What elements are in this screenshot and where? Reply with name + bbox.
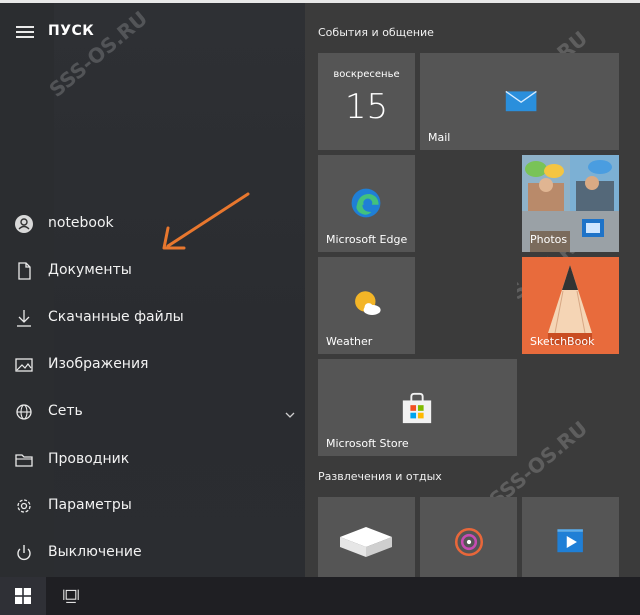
task-view-icon xyxy=(63,589,79,603)
user-avatar-icon xyxy=(14,214,34,234)
nav-item-downloads[interactable]: Скачанные файлы xyxy=(0,298,305,338)
gear-icon xyxy=(17,499,31,513)
nav-item-label: Параметры xyxy=(48,497,132,513)
tile-store[interactable]: Microsoft Store xyxy=(318,359,517,456)
taskbar xyxy=(0,577,640,615)
tile-solitaire[interactable] xyxy=(318,497,415,577)
power-icon xyxy=(17,545,31,561)
tile-label: SketchBook xyxy=(530,335,595,348)
tile-edge[interactable]: Microsoft Edge xyxy=(318,155,415,252)
device-box-icon xyxy=(340,527,392,557)
store-bag-icon xyxy=(402,392,432,424)
edge-logo-icon xyxy=(351,188,381,218)
download-icon xyxy=(17,310,31,327)
chevron-down-icon[interactable] xyxy=(284,410,296,420)
tile-label: Microsoft Edge xyxy=(326,233,408,246)
tile-mail[interactable]: Mail xyxy=(420,53,619,150)
start-button[interactable] xyxy=(0,577,46,615)
calendar-date: 15 xyxy=(344,87,389,127)
hamburger-menu-icon[interactable] xyxy=(16,26,34,39)
nav-item-label: Скачанные файлы xyxy=(48,309,184,325)
tile-label: Photos xyxy=(530,233,568,246)
nav-item-documents[interactable]: Документы xyxy=(0,251,305,291)
photo-thumbnail xyxy=(570,155,619,211)
weather-sun-cloud-icon xyxy=(355,291,381,316)
windows-logo-icon xyxy=(15,588,31,604)
tile-label: Microsoft Store xyxy=(326,437,409,450)
tile-label: Weather xyxy=(326,335,373,348)
photo-thumbnail xyxy=(522,155,570,211)
task-view-button[interactable] xyxy=(48,577,94,615)
tile-empty-slot xyxy=(420,155,517,252)
calendar-day: воскресенье xyxy=(333,69,400,80)
nav-item-label: Документы xyxy=(48,262,132,278)
tile-label: Mail xyxy=(428,131,451,144)
start-title: ПУСК xyxy=(48,23,95,39)
mail-envelope-icon xyxy=(505,90,537,112)
tile-groove-music[interactable] xyxy=(420,497,517,577)
video-play-icon xyxy=(557,529,583,553)
tile-photos[interactable]: Photos xyxy=(522,155,619,252)
nav-item-explorer[interactable]: Проводник xyxy=(0,440,305,480)
nav-item-label: notebook xyxy=(48,215,114,231)
tile-calendar[interactable]: воскресенье 15 xyxy=(318,53,415,150)
music-disc-icon xyxy=(454,527,484,557)
nav-item-network[interactable]: Сеть xyxy=(0,392,305,432)
tile-group-title[interactable]: События и общение xyxy=(318,26,434,39)
tile-movies-tv[interactable] xyxy=(522,497,619,577)
tile-empty-slot xyxy=(420,257,517,354)
nav-item-label: Изображения xyxy=(48,356,149,372)
start-menu: SSS-OS.RU SSS-OS.RU SSS-OS.RU SSS-OS.RU … xyxy=(0,0,640,577)
nav-item-label: Сеть xyxy=(48,403,83,419)
document-icon xyxy=(18,262,31,280)
nav-item-pictures[interactable]: Изображения xyxy=(0,345,305,385)
nav-item-settings[interactable]: Параметры xyxy=(0,486,305,526)
tile-weather[interactable]: Weather xyxy=(318,257,415,354)
tile-sketchbook[interactable]: SketchBook xyxy=(522,257,619,354)
file-explorer-icon xyxy=(15,454,33,467)
nav-item-label: Выключение xyxy=(48,544,142,560)
nav-item-user[interactable]: notebook xyxy=(0,204,305,244)
tile-group-title[interactable]: Развлечения и отдых xyxy=(318,470,442,483)
nav-item-power[interactable]: Выключение xyxy=(0,533,305,573)
pictures-icon xyxy=(15,358,33,372)
network-globe-icon xyxy=(16,404,32,420)
nav-item-label: Проводник xyxy=(48,451,130,467)
